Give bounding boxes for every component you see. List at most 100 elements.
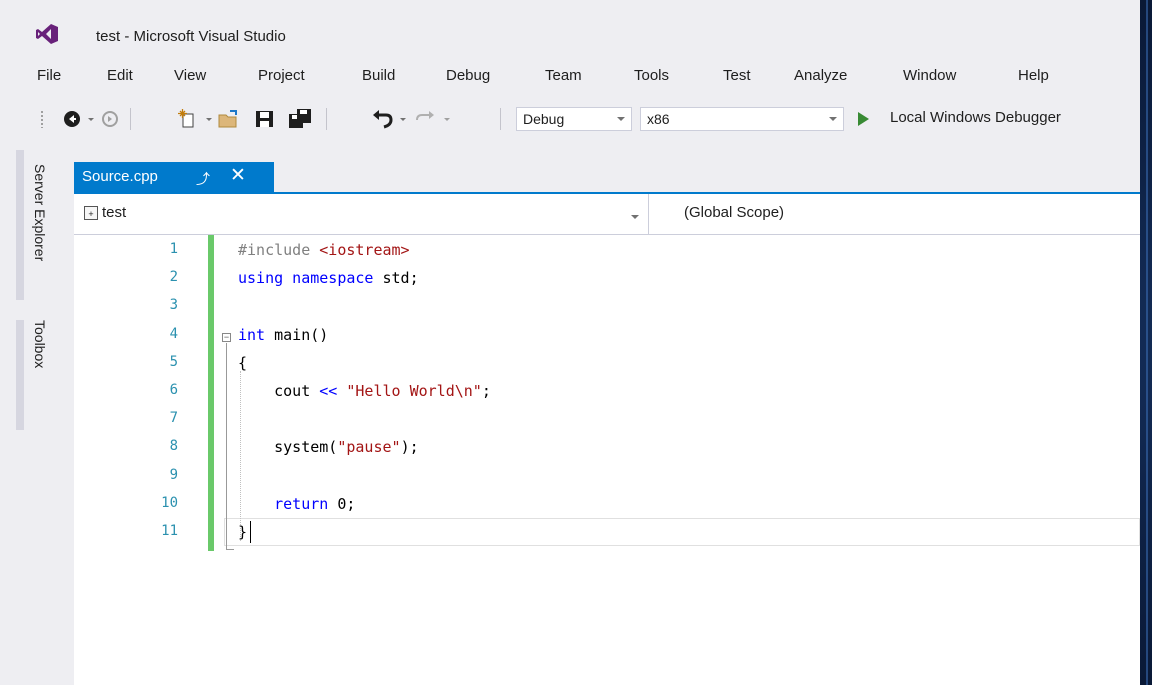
tab-source-cpp[interactable]: Source.cpp ⤴ ✕ (74, 162, 274, 192)
code-token: ); (400, 438, 419, 457)
code-token: return (274, 494, 329, 513)
text-caret (250, 521, 251, 543)
outline-end (226, 549, 234, 550)
undo-dropdown-icon[interactable] (398, 109, 408, 129)
code-token: { (238, 353, 248, 372)
toolbar-grip[interactable] (40, 110, 44, 128)
menu-edit[interactable]: Edit (107, 67, 133, 84)
platform-value: x86 (647, 111, 670, 127)
menu-project[interactable]: Project (258, 67, 305, 84)
tab-indicator (16, 320, 24, 430)
code-line[interactable]: 8 system("pause"); (74, 434, 1140, 462)
line-number: 8 (169, 438, 178, 455)
server-explorer-label[interactable]: Server Explorer (32, 164, 48, 261)
project-dropdown[interactable]: + test (78, 200, 648, 226)
menu-view[interactable]: View (174, 67, 206, 84)
line-number: 6 (169, 382, 178, 398)
code-line[interactable]: 3 (74, 293, 1140, 321)
line-number: 9 (169, 466, 178, 483)
tab-label: Source.cpp (82, 168, 158, 185)
line-number: 11 (161, 523, 178, 539)
pin-icon[interactable]: ⤴ (196, 169, 210, 189)
project-icon: + (84, 206, 98, 220)
solution-configuration-select[interactable]: Debug (516, 107, 632, 131)
toolbar-separator (326, 108, 327, 130)
menu-bar: File Edit View Project Build Debug Team … (0, 62, 1140, 92)
start-debugging-label: Local Windows Debugger (890, 109, 1061, 126)
new-dropdown-icon[interactable] (204, 109, 214, 129)
code-line[interactable]: 1 #include <iostream> (74, 237, 1140, 265)
code-line[interactable]: 5{ (74, 350, 1140, 378)
code-line[interactable]: 10 return 0; (74, 491, 1140, 519)
chevron-down-icon (829, 117, 837, 121)
toolbar-separator (500, 108, 501, 130)
code-editor[interactable]: − 1 #include <iostream> 2 using namespace s… (74, 235, 1140, 685)
code-token: using namespace (238, 269, 374, 288)
code-text: using namespace std; (238, 269, 419, 287)
undo-icon[interactable] (372, 109, 394, 129)
open-file-icon[interactable] (218, 109, 240, 129)
play-icon (858, 112, 869, 126)
project-name: test (102, 204, 127, 221)
redo-dropdown-icon[interactable] (442, 109, 452, 129)
back-dropdown-icon[interactable] (86, 109, 96, 129)
chevron-down-icon (617, 117, 625, 121)
menu-help[interactable]: Help (1018, 67, 1049, 84)
menu-window[interactable]: Window (903, 67, 956, 84)
code-text: } (238, 523, 247, 541)
code-token: system( (238, 438, 338, 457)
code-text: return 0; (238, 495, 355, 513)
code-token: cout (238, 382, 320, 400)
menu-debug[interactable]: Debug (446, 67, 490, 84)
save-all-icon[interactable] (288, 109, 312, 129)
code-text: #include <iostream> (238, 241, 410, 259)
toolbox-label[interactable]: Toolbox (32, 320, 48, 368)
standard-toolbar: Debug x86 Local Windows Debugger (0, 100, 1140, 136)
code-text: system("pause"); (238, 438, 419, 456)
visual-studio-logo-icon (36, 24, 58, 44)
code-token: "Hello World\n" (346, 382, 482, 400)
code-line[interactable]: 4 int main() (74, 322, 1140, 350)
scope-dropdown[interactable]: (Global Scope) (684, 204, 784, 221)
menu-tools[interactable]: Tools (634, 67, 669, 84)
code-token: std; (373, 269, 419, 288)
menu-team[interactable]: Team (545, 67, 582, 84)
code-token: ; (481, 382, 491, 400)
new-project-icon[interactable] (178, 109, 200, 129)
code-token: "pause" (337, 438, 401, 457)
code-text: { (238, 354, 247, 372)
code-text: cout << "Hello World\n"; (238, 382, 491, 400)
menu-test[interactable]: Test (723, 67, 751, 84)
code-line[interactable]: 2 using namespace std; (74, 265, 1140, 293)
configuration-value: Debug (523, 111, 565, 127)
desktop-stripe (1146, 0, 1148, 685)
menu-file[interactable]: File (37, 67, 61, 84)
line-number: 1 (169, 241, 178, 257)
code-line[interactable]: 6 cout << "Hello World\n"; (74, 378, 1140, 406)
line-number: 4 (169, 325, 178, 342)
forward-icon[interactable] (100, 109, 120, 129)
side-tool-strip: Server Explorer Toolbox (0, 150, 74, 685)
code-token: main() (265, 325, 329, 344)
code-token: } (238, 523, 248, 541)
line-number: 10 (161, 494, 178, 511)
save-icon[interactable] (254, 109, 276, 129)
menu-build[interactable]: Build (362, 67, 395, 84)
solution-platform-select[interactable]: x86 (640, 107, 844, 131)
redo-icon[interactable] (414, 109, 436, 129)
code-line[interactable]: 7 (74, 406, 1140, 434)
code-text: int main() (238, 326, 328, 344)
code-token: <iostream> (319, 241, 410, 259)
code-token: 0; (328, 494, 356, 513)
line-number: 3 (169, 297, 178, 314)
window-title: test - Microsoft Visual Studio (96, 28, 286, 45)
code-line[interactable]: 11} (74, 519, 1140, 547)
code-line[interactable]: 9 (74, 463, 1140, 491)
code-token: int (238, 325, 266, 344)
back-icon[interactable] (62, 109, 82, 129)
code-token: #include (238, 241, 320, 259)
menu-analyze[interactable]: Analyze (794, 67, 847, 84)
toolbar-separator (130, 108, 131, 130)
close-icon[interactable]: ✕ (230, 164, 246, 187)
